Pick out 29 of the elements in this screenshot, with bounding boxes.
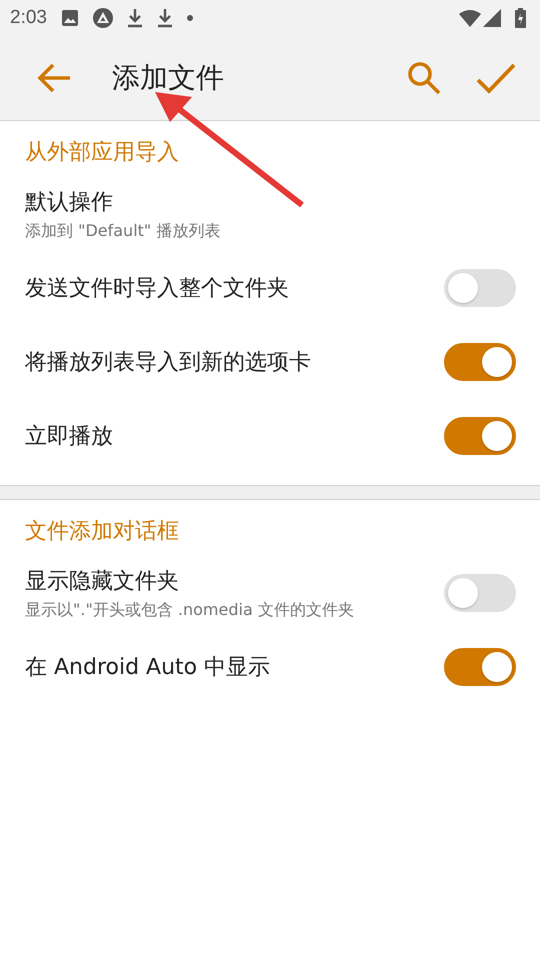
setting-summary: 添加到 "Default" 播放列表 (25, 220, 222, 242)
status-time: 2:03 (10, 7, 47, 29)
toggle-switch[interactable] (444, 417, 516, 455)
page-title: 添加文件 (112, 60, 225, 96)
setting-row[interactable]: 立即播放 (0, 399, 540, 473)
setting-label: 发送文件时导入整个文件夹 (25, 275, 290, 303)
setting-row[interactable]: 发送文件时导入整个文件夹 (0, 251, 540, 325)
dot-icon (186, 15, 193, 21)
wifi-icon (459, 10, 481, 26)
setting-row[interactable]: 默认操作 添加到 "Default" 播放列表 (0, 177, 540, 251)
section-header: 从外部应用导入 (24, 139, 180, 167)
setting-row[interactable]: 显示隐藏文件夹 显示以"."开头或包含 .nomedia 文件的文件夹 (0, 556, 540, 630)
setting-summary: 显示以"."开头或包含 .nomedia 文件的文件夹 (25, 600, 355, 620)
toggle-switch[interactable] (444, 648, 516, 686)
download-icon (156, 8, 173, 28)
image-icon (60, 9, 79, 27)
triangle-logo-icon (92, 8, 113, 28)
toggle-switch[interactable] (444, 343, 516, 381)
download-icon (126, 8, 143, 28)
setting-label: 显示隐藏文件夹 (25, 568, 180, 596)
signal-icon (483, 9, 501, 27)
setting-row[interactable]: 将播放列表导入到新的选项卡 (0, 325, 540, 399)
battery-icon (515, 8, 526, 28)
section-header: 文件添加对话框 (24, 518, 180, 546)
setting-label: 默认操作 (25, 188, 114, 216)
setting-label: 立即播放 (25, 423, 114, 451)
setting-row[interactable]: 在 Android Auto 中显示 (0, 630, 540, 704)
setting-label: 在 Android Auto 中显示 (25, 654, 272, 682)
setting-label: 将播放列表导入到新的选项卡 (25, 349, 312, 377)
